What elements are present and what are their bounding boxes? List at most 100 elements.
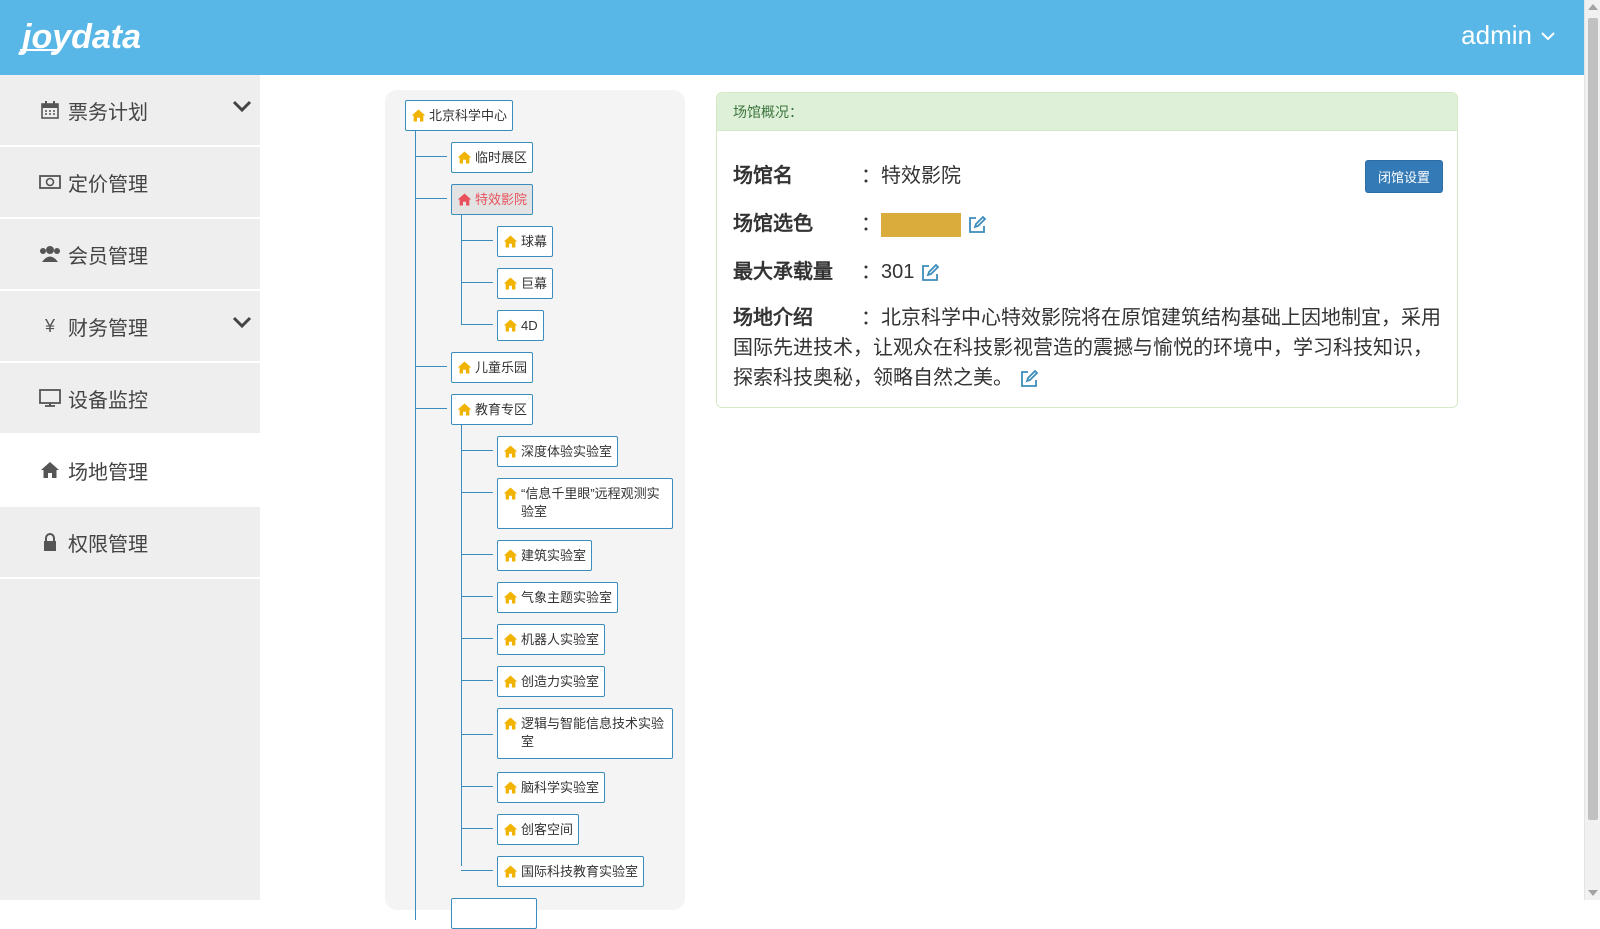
tree-node-root[interactable]: 北京科学中心 [405,100,514,131]
tree-node[interactable]: 临时展区 [451,142,534,173]
user-menu[interactable]: admin [1461,20,1556,51]
color-swatch [881,212,961,237]
tree-node[interactable]: 儿童乐园 [451,352,534,383]
calendar-icon [38,99,62,121]
tree-connector [461,554,493,555]
home-icon [503,591,518,604]
chevron-down-icon [232,316,252,329]
scroll-up-icon[interactable] [1588,4,1598,10]
tree-connector [461,786,493,787]
sidebar-item-label: 票务计划 [68,101,148,124]
scroll-down-icon[interactable] [1588,890,1598,896]
tree-connector [415,156,447,157]
edit-icon[interactable] [1019,369,1039,389]
monitor-icon [38,387,62,409]
home-icon [503,865,518,878]
tree-connector [461,828,493,829]
edit-icon[interactable] [920,263,940,283]
home-icon [503,277,518,290]
tree-node[interactable]: “信息千里眼”远程观测实验室 [497,478,673,529]
home-icon [457,361,472,374]
tree-node[interactable]: 脑科学实验室 [497,772,606,803]
joydata-logo[interactable]: joydata [18,14,168,58]
tree-node[interactable]: 巨幕 [497,268,554,299]
sidebar-nav: 票务计划 定价管理 会员管理 ¥ 财务管理 设备监控 场地管理 权限管理 [0,75,260,900]
tree-connector [461,212,462,324]
home-icon [503,717,518,730]
home-icon [411,109,426,122]
home-icon [38,459,62,481]
tree-connector [461,492,493,493]
venue-color-row: 场馆选色 ： [733,207,1333,237]
capacity-row: 最大承载量 ：301 [733,255,1333,285]
tree-node[interactable]: 国际科技教育实验室 [497,856,645,887]
users-icon [38,243,62,265]
venue-intro: 场地介绍 ：北京科学中心特效影院将在原馆建筑结构基础上因地制宜，采用国际先进技术，… [733,303,1441,393]
sidebar-item-permissions[interactable]: 权限管理 [0,507,260,579]
tree-node-selected[interactable]: 特效影院 [451,184,534,215]
colon: ： [861,261,881,283]
home-icon [503,549,518,562]
venue-intro-label: 场地介绍 [733,307,813,329]
tree-connector [415,366,447,367]
sidebar-item-label: 场地管理 [68,461,148,484]
sidebar-item-pricing[interactable]: 定价管理 [0,147,260,219]
chevron-down-icon [232,100,252,113]
lock-icon [38,531,62,553]
tree-connector [461,596,493,597]
venue-info-panel: 场馆概况： 闭馆设置 场馆名 ：特效影院 场馆选色 ： 最大承载量 ：301 场… [716,92,1458,408]
home-icon [503,319,518,332]
venue-name-label: 场馆名 [733,165,793,187]
close-venue-button[interactable]: 闭馆设置 [1365,160,1443,193]
page-scrollbar[interactable] [1584,0,1600,900]
tree-connector [415,408,447,409]
venue-name-value: 特效影院 [881,165,961,187]
tree-node-partial[interactable] [451,898,537,929]
sidebar-item-members[interactable]: 会员管理 [0,219,260,291]
home-icon [503,823,518,836]
home-icon [457,193,472,206]
tree-connector [461,422,462,866]
tree-connector [415,130,416,920]
home-icon [457,403,472,416]
tree-node[interactable]: 逻辑与智能信息技术实验室 [497,708,673,759]
home-icon [503,487,518,500]
tree-connector [461,638,493,639]
tree-node[interactable]: 球幕 [497,226,554,257]
yen-icon: ¥ [44,315,55,336]
panel-title: 场馆概况： [717,93,1457,131]
tree-connector [415,198,447,199]
tree-connector [461,870,493,871]
chevron-down-icon [1541,31,1555,40]
tree-node[interactable]: 机器人实验室 [497,624,606,655]
edit-icon[interactable] [967,215,987,235]
tree-node[interactable]: 创造力实验室 [497,666,606,697]
sidebar-item-device-monitor[interactable]: 设备监控 [0,363,260,435]
sidebar-item-venue[interactable]: 场地管理 [0,435,260,507]
tree-node[interactable]: 深度体验实验室 [497,436,619,467]
tree-node[interactable]: 4D [497,310,544,341]
tree-connector [461,324,493,325]
sidebar-item-ticket-plan[interactable]: 票务计划 [0,75,260,147]
venue-color-label: 场馆选色 [733,213,813,235]
scroll-thumb[interactable] [1588,18,1598,820]
username: admin [1461,20,1532,50]
tree-connector [461,680,493,681]
capacity-value: 301 [881,261,915,283]
tree-node[interactable]: 建筑实验室 [497,540,593,571]
tree-node[interactable]: 创客空间 [497,814,580,845]
colon: ： [861,307,881,329]
home-icon [503,235,518,248]
home-icon [503,781,518,794]
sidebar-item-label: 财务管理 [68,317,148,340]
sidebar-item-finance[interactable]: ¥ 财务管理 [0,291,260,363]
home-icon [503,445,518,458]
colon: ： [861,165,881,187]
colon: ： [861,213,881,235]
home-icon [503,675,518,688]
sidebar-item-label: 会员管理 [68,245,148,268]
sidebar-item-label: 定价管理 [68,173,148,196]
tree-node[interactable]: 教育专区 [451,394,534,425]
capacity-label: 最大承载量 [733,261,833,283]
tree-node[interactable]: 气象主题实验室 [497,582,619,613]
